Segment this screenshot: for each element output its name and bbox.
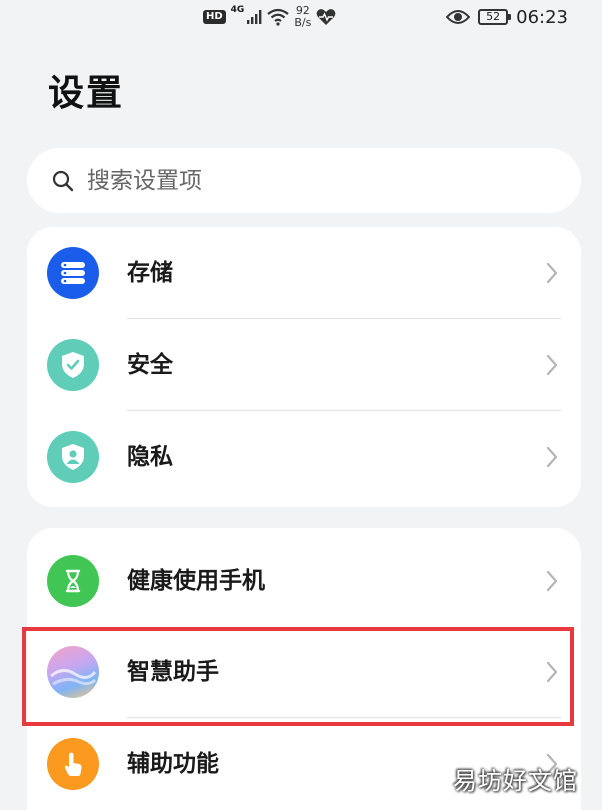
signal-icon bbox=[247, 10, 262, 24]
status-bar: HD 4G 92 B/s 52 06:23 bbox=[0, 0, 602, 34]
status-time: 06:23 bbox=[516, 6, 568, 28]
status-bar-right: 52 06:23 bbox=[446, 3, 568, 31]
security-shield-icon bbox=[47, 339, 99, 391]
search-input[interactable] bbox=[87, 167, 581, 194]
chevron-right-icon bbox=[546, 262, 558, 284]
wifi-icon bbox=[267, 8, 290, 26]
hd-icon: HD bbox=[203, 10, 226, 24]
eye-comfort-icon bbox=[446, 10, 471, 24]
chevron-right-icon bbox=[546, 446, 558, 468]
chevron-right-icon bbox=[546, 570, 558, 592]
settings-item-label: 存储 bbox=[127, 260, 173, 286]
hand-pointer-icon bbox=[47, 738, 99, 790]
smart-assistant-icon bbox=[47, 646, 99, 698]
speed-unit: B/s bbox=[294, 16, 312, 29]
health-heart-icon bbox=[316, 9, 336, 25]
settings-item-storage[interactable]: 存储 bbox=[27, 227, 581, 319]
storage-icon bbox=[47, 247, 99, 299]
network-speed: 92 B/s bbox=[294, 5, 311, 29]
chevron-right-icon bbox=[546, 354, 558, 376]
privacy-shield-icon bbox=[47, 431, 99, 483]
settings-item-label: 隐私 bbox=[127, 444, 173, 470]
settings-item-label: 辅助功能 bbox=[127, 751, 219, 777]
settings-item-smart-assistant[interactable]: 智慧助手 bbox=[27, 626, 581, 718]
network-type: 4G bbox=[230, 5, 245, 15]
search-bar[interactable] bbox=[27, 148, 581, 213]
battery-icon: 52 bbox=[478, 9, 512, 25]
search-icon bbox=[52, 170, 74, 191]
page-title: 设置 bbox=[48, 73, 125, 114]
settings-item-label: 安全 bbox=[127, 352, 173, 378]
settings-group-1: 存储 安全 隐私 bbox=[27, 227, 581, 507]
status-bar-left: HD 4G 92 B/s bbox=[203, 3, 336, 31]
watermark: 易坊好文馆 bbox=[453, 767, 578, 795]
hourglass-icon bbox=[47, 555, 99, 607]
settings-item-label: 智慧助手 bbox=[127, 659, 219, 685]
settings-item-privacy[interactable]: 隐私 bbox=[27, 411, 581, 503]
settings-item-digital-balance[interactable]: 健康使用手机 bbox=[27, 535, 581, 627]
chevron-right-icon bbox=[546, 661, 558, 683]
settings-item-label: 健康使用手机 bbox=[127, 568, 265, 594]
settings-item-security[interactable]: 安全 bbox=[27, 319, 581, 411]
